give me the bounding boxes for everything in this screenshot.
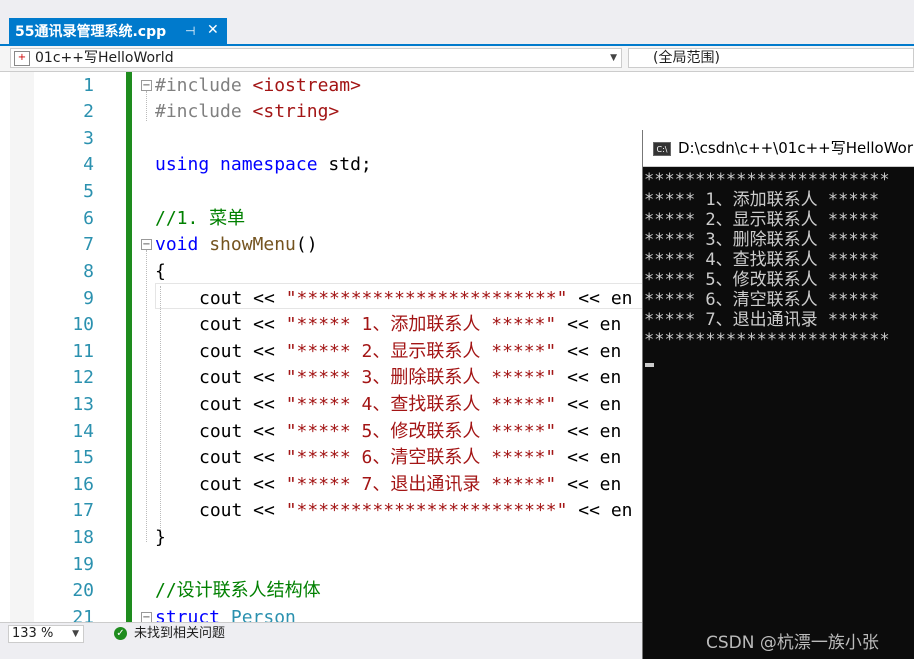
code-line: cout << "***** 2、显示联系人 *****" << en — [199, 341, 622, 362]
console-line: ************************ — [644, 330, 890, 350]
console-title-bar[interactable]: C:\ D:\csdn\c++\01c++写HelloWorld — [643, 130, 914, 167]
line-number-gutter: 1 2 3 4 5 6 7 8 9 10 11 12 13 14 15 16 1… — [34, 72, 94, 622]
document-tab-bar: 55通讯录管理系统.cpp ⊣ ✕ — [0, 18, 914, 46]
line-number: 17 — [72, 500, 94, 521]
scope-name: (全局范围) — [653, 50, 720, 66]
line-number: 20 — [72, 580, 94, 601]
code-line: using namespace std; — [155, 154, 372, 175]
line-number: 2 — [83, 101, 94, 122]
issues-status[interactable]: 未找到相关问题 — [134, 626, 225, 642]
console-output: ************************ ***** 1、添加联系人 *… — [643, 170, 914, 350]
change-indicator-bar — [126, 72, 132, 622]
console-line: ***** 2、显示联系人 ***** — [644, 210, 880, 230]
code-line: struct Person — [155, 607, 296, 622]
code-line: } — [155, 527, 166, 548]
code-comment: //1. 菜单 — [155, 208, 246, 229]
line-number: 21 — [72, 607, 94, 622]
console-line: ***** 5、修改联系人 ***** — [644, 270, 880, 290]
collapse-icon[interactable]: − — [141, 80, 152, 91]
cpp-file-icon: + — [14, 51, 30, 66]
line-number: 10 — [72, 314, 94, 335]
console-line: ***** 3、删除联系人 ***** — [644, 230, 880, 250]
code-comment: //设计联系人结构体 — [155, 580, 321, 601]
line-number: 16 — [72, 474, 94, 495]
project-name: 01c++写HelloWorld — [35, 50, 174, 66]
zoom-level: 133 % — [12, 626, 54, 641]
line-number: 9 — [83, 288, 94, 309]
line-number: 6 — [83, 208, 94, 229]
code-line: cout << "***** 3、删除联系人 *****" << en — [199, 367, 622, 388]
line-number: 8 — [83, 261, 94, 282]
line-number: 11 — [72, 341, 94, 362]
code-line: cout << "***** 4、查找联系人 *****" << en — [199, 394, 622, 415]
line-number: 7 — [83, 234, 94, 255]
console-line: ************************ — [644, 170, 890, 190]
chevron-down-icon: ▼ — [610, 53, 617, 63]
console-icon: C:\ — [653, 142, 671, 156]
line-number: 1 — [83, 75, 94, 96]
selection-margin — [10, 72, 34, 622]
console-cursor — [645, 363, 654, 367]
line-number: 15 — [72, 447, 94, 468]
zoom-dropdown[interactable]: 133 % ▼ — [8, 625, 84, 643]
check-circle-icon: ✓ — [114, 627, 127, 640]
collapse-icon[interactable]: − — [141, 612, 152, 622]
console-line: ***** 7、退出通讯录 ***** — [644, 310, 880, 330]
code-line: cout << "************************" << en — [199, 288, 633, 309]
code-line: { — [155, 261, 166, 282]
collapse-icon[interactable]: − — [141, 239, 152, 250]
project-dropdown[interactable]: + 01c++写HelloWorld ▼ — [10, 48, 622, 68]
tab-title: 55通讯录管理系统.cpp — [15, 24, 167, 40]
line-number: 14 — [72, 421, 94, 442]
pin-icon[interactable]: ⊣ — [185, 24, 195, 38]
watermark: CSDN @杭漂一族小张 — [706, 633, 879, 653]
line-number: 19 — [72, 554, 94, 575]
fold-guide — [146, 250, 147, 542]
code-line: cout << "***** 6、清空联系人 *****" << en — [199, 447, 622, 468]
line-number: 12 — [72, 367, 94, 388]
chevron-down-icon: ▼ — [72, 629, 79, 639]
navigation-bar: + 01c++写HelloWorld ▼ (全局范围) — [0, 46, 914, 72]
fold-guide — [146, 91, 147, 121]
line-number: 4 — [83, 154, 94, 175]
document-tab[interactable]: 55通讯录管理系统.cpp ⊣ ✕ — [9, 18, 227, 44]
console-line: ***** 6、清空联系人 ***** — [644, 290, 880, 310]
console-line: ***** 4、查找联系人 ***** — [644, 250, 880, 270]
console-title: D:\csdn\c++\01c++写HelloWorld — [678, 139, 914, 157]
close-icon[interactable]: ✕ — [207, 22, 219, 38]
line-number: 13 — [72, 394, 94, 415]
code-line: cout << "***** 1、添加联系人 *****" << en — [199, 314, 622, 335]
console-window[interactable]: C:\ D:\csdn\c++\01c++写HelloWorld *******… — [642, 130, 914, 659]
code-line: #include <string> — [155, 101, 340, 122]
line-number: 3 — [83, 128, 94, 149]
code-line: #include <iostream> — [155, 75, 361, 96]
code-line: cout << "************************" << en — [199, 500, 633, 521]
title-strip — [0, 0, 914, 18]
code-line: void showMenu() — [155, 234, 318, 255]
code-line: cout << "***** 5、修改联系人 *****" << en — [199, 421, 622, 442]
line-number: 18 — [72, 527, 94, 548]
code-line: cout << "***** 7、退出通讯录 *****" << en — [199, 474, 622, 495]
scope-dropdown[interactable]: (全局范围) — [628, 48, 914, 68]
line-number: 5 — [83, 181, 94, 202]
console-line: ***** 1、添加联系人 ***** — [644, 190, 880, 210]
